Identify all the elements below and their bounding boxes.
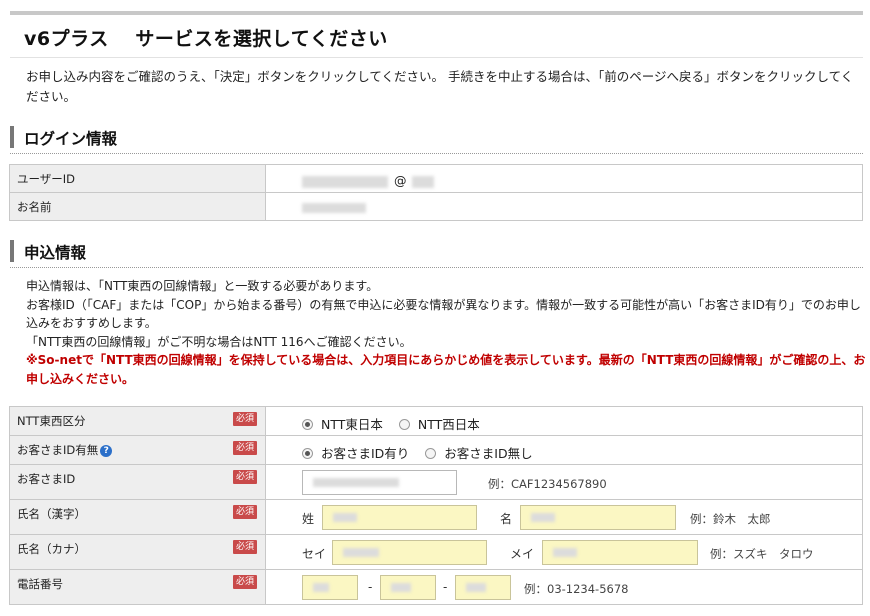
custid-redacted [313, 478, 399, 487]
info-warning: ※So-netで「NTT東西の回線情報」を保持している場合は、入力項目にあらかじ… [26, 353, 866, 386]
custid-label: お客さまID [17, 472, 76, 486]
ntt-label: NTT東西区分 [17, 414, 86, 428]
phone-3-input[interactable] [455, 575, 511, 600]
info-line: お客様ID（「CAF」または「COP」から始まる番号）の有無で申込に必要な情報が… [26, 297, 861, 331]
custid-row: お客さまID 必須 例：CAF1234567890 [9, 464, 863, 500]
apply-info: 申込情報は、「NTT東西の回線情報」と一致する必要があります。 お客様ID（「C… [26, 277, 866, 388]
apply-heading-text: 申込情報 [24, 244, 87, 262]
user-id-value: @ [265, 164, 863, 193]
phone-dash: - [443, 580, 448, 594]
kana-sei-redacted [343, 548, 379, 557]
user-id-label: ユーザーID [9, 164, 266, 193]
login-table: ユーザーID @ お名前 [9, 164, 863, 221]
custid-example: 例：CAF1234567890 [488, 477, 607, 491]
custid-input[interactable] [302, 470, 457, 495]
required-badge: 必須 [232, 540, 257, 554]
kana-sei-input[interactable] [332, 540, 487, 565]
help-icon[interactable]: ? [100, 445, 113, 457]
radio-unchecked-icon[interactable] [425, 448, 437, 459]
kanji-sei-input[interactable] [322, 505, 477, 530]
custid-has-label: お客さまID有無 [17, 443, 99, 457]
user-id-at: @ [393, 173, 407, 188]
apply-section-heading: 申込情報 [10, 238, 863, 268]
kanji-label: 氏名（漢字） [17, 507, 86, 521]
kana-mei-input[interactable] [542, 540, 698, 565]
radio-checked-icon[interactable] [302, 419, 313, 430]
required-badge: 必須 [232, 575, 257, 589]
kana-example: 例：スズキ タロウ [710, 547, 814, 561]
kana-row: 氏名（カナ） 必須 セイ メイ 例：スズキ タロウ [9, 534, 863, 570]
apply-table: NTT東西区分 必須 NTT東日本 NTT西日本 お客さまID有無? 必須 お客… [9, 406, 863, 605]
kanji-sei-redacted [333, 513, 357, 522]
phone-1-redacted [313, 583, 329, 592]
kanji-sei-label: 姓 [302, 512, 315, 526]
info-line: 申込情報は、「NTT東西の回線情報」と一致する必要があります。 [26, 279, 379, 293]
top-rule [10, 11, 863, 15]
phone-3-redacted [466, 583, 486, 592]
custid-yes-option[interactable]: お客さまID有り [302, 443, 409, 462]
login-heading-text: ログイン情報 [24, 130, 118, 148]
name-label: お名前 [9, 192, 266, 221]
name-value [265, 192, 863, 221]
title-divider [10, 57, 863, 58]
user-domain-redacted [412, 175, 435, 188]
kanji-row: 氏名（漢字） 必須 姓 名 例：鈴木 太郎 [9, 499, 863, 535]
kanji-mei-input[interactable] [520, 505, 676, 530]
phone-2-redacted [391, 583, 411, 592]
kana-mei-label: メイ [510, 547, 535, 561]
required-badge: 必須 [232, 470, 257, 484]
custid-has-row: お客さまID有無? 必須 お客さまID有り お客さまID無し [9, 435, 863, 465]
custid-no-option[interactable]: お客さまID無し [425, 443, 533, 462]
required-badge: 必須 [232, 505, 257, 519]
kanji-example: 例：鈴木 太郎 [690, 512, 771, 526]
phone-1-input[interactable] [302, 575, 358, 600]
required-badge: 必須 [232, 412, 257, 426]
kanji-mei-redacted [531, 513, 555, 522]
ntt-east-option[interactable]: NTT東日本 [302, 414, 383, 433]
user-id-row: ユーザーID @ [9, 164, 863, 193]
page-title: v6プラス サービスを選択してください [24, 28, 388, 50]
kana-sei-label: セイ [302, 547, 327, 561]
radio-unchecked-icon[interactable] [398, 419, 410, 430]
login-section-heading: ログイン情報 [10, 124, 863, 154]
kana-label: 氏名（カナ） [17, 542, 86, 556]
phone-row: 電話番号 必須 - - 例：03-1234-5678 [9, 569, 863, 605]
ntt-row: NTT東西区分 必須 NTT東日本 NTT西日本 [9, 406, 863, 436]
phone-dash: - [368, 580, 373, 594]
ntt-west-option[interactable]: NTT西日本 [398, 414, 480, 433]
phone-2-input[interactable] [380, 575, 436, 600]
intro-text: お申し込み内容をご確認のうえ、「決定」ボタンをクリックしてください。 手続きを中… [26, 69, 854, 104]
phone-label: 電話番号 [17, 577, 63, 591]
user-id-redacted [302, 175, 388, 188]
radio-checked-icon[interactable] [302, 448, 313, 459]
name-redacted [302, 203, 366, 213]
kanji-mei-label: 名 [500, 512, 513, 526]
required-badge: 必須 [232, 441, 257, 455]
phone-example: 例：03-1234-5678 [524, 582, 629, 596]
section-bar [10, 240, 14, 262]
section-bar [10, 126, 14, 148]
name-row: お名前 [9, 192, 863, 221]
kana-mei-redacted [553, 548, 577, 557]
info-line: 「NTT東西の回線情報」がご不明な場合はNTT 116へご確認ください。 [26, 334, 412, 349]
